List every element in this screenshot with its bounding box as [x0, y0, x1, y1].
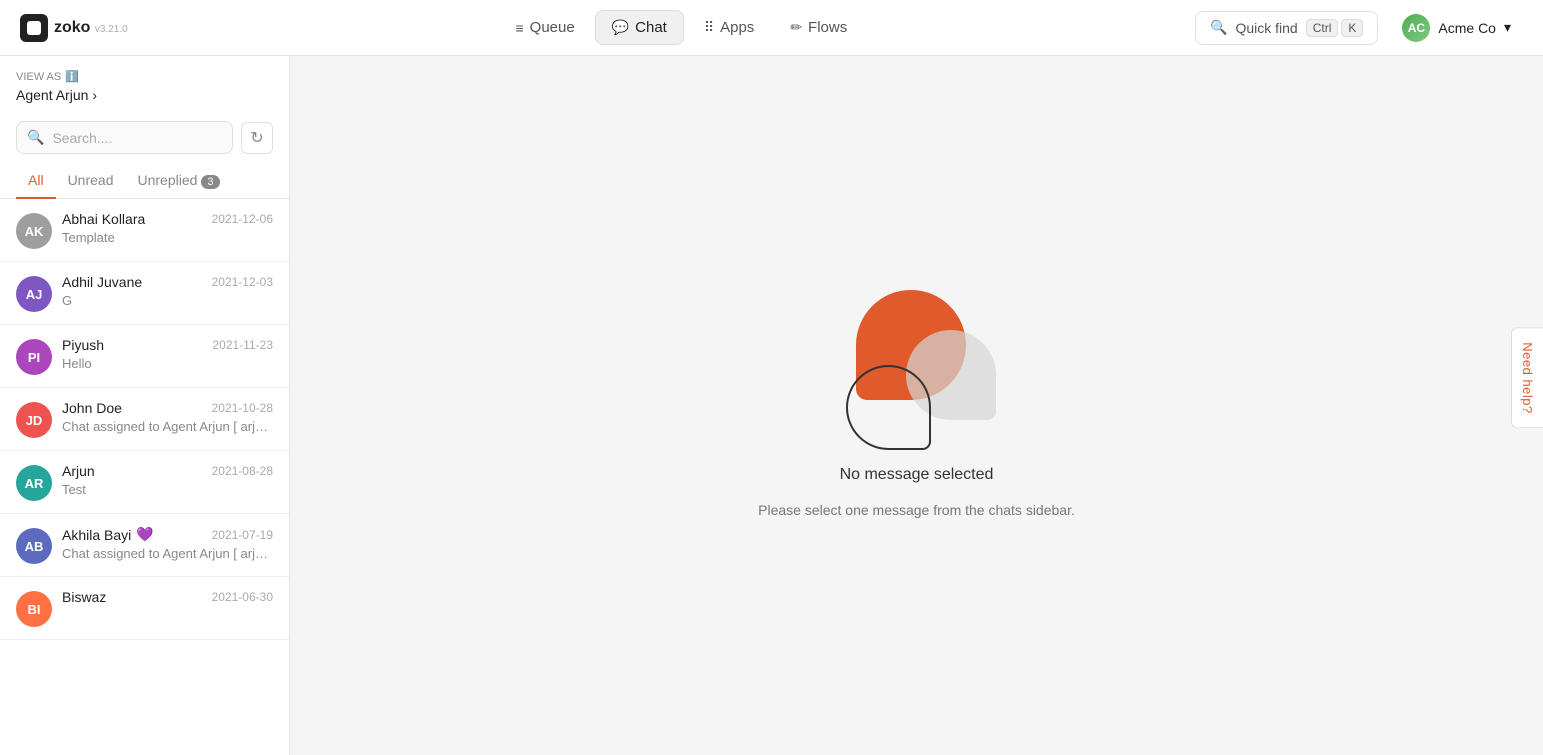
avatar: JD: [16, 402, 52, 438]
refresh-icon: ↻: [250, 128, 263, 148]
apps-label: Apps: [720, 19, 754, 36]
chat-info: Piyush 2021-11-23 Hello: [62, 337, 273, 371]
app-version: v3.21.0: [95, 24, 128, 35]
main-content: VIEW AS ℹ️ Agent Arjun › 🔍 ↻ AllUnreadUn…: [0, 56, 1543, 755]
search-icon: 🔍: [27, 129, 44, 146]
search-box[interactable]: 🔍: [16, 121, 233, 154]
chat-preview: Test: [62, 482, 273, 497]
info-icon: ℹ️: [65, 70, 79, 83]
chat-name: John Doe: [62, 400, 122, 416]
logo-area: zoko v3.21.0: [20, 14, 128, 42]
apps-nav-item[interactable]: ⠿ Apps: [688, 11, 770, 44]
chat-preview: Hello: [62, 356, 273, 371]
flows-nav-item[interactable]: ✏ Flows: [774, 11, 863, 44]
view-as-label: VIEW AS ℹ️: [16, 70, 273, 83]
chat-info: John Doe 2021-10-28 Chat assigned to Agent…: [62, 400, 273, 434]
tabs-bar: AllUnreadUnreplied3: [0, 162, 289, 199]
chat-name: Biswaz: [62, 589, 106, 605]
nav-items: ≡ Queue 💬 Chat ⠿ Apps ✏ Flows: [168, 10, 1195, 45]
chevron-right-icon: ›: [92, 87, 97, 103]
top-navigation: zoko v3.21.0 ≡ Queue 💬 Chat ⠿ Apps ✏ Flo…: [0, 0, 1543, 56]
chat-list-item[interactable]: JD John Doe 2021-10-28 Chat assigned to Age…: [0, 388, 289, 451]
empty-state-title: No message selected: [840, 466, 994, 484]
apps-icon: ⠿: [704, 19, 714, 36]
chat-name: Akhila Bayi 💜: [62, 526, 154, 543]
chat-date: 2021-12-03: [212, 275, 273, 289]
tab-unreplied[interactable]: Unreplied3: [125, 162, 231, 198]
main-area: No message selected Please select one me…: [290, 56, 1543, 755]
chat-date: 2021-11-23: [213, 338, 274, 352]
heart-icon: 💜: [136, 526, 153, 543]
chat-date: 2021-12-06: [212, 212, 273, 226]
k-key: K: [1341, 19, 1363, 37]
chat-name: Adhil Juvane: [62, 274, 142, 290]
queue-label: Queue: [530, 19, 575, 36]
chat-info: Arjun 2021-08-28 Test: [62, 463, 273, 497]
tab-badge: 3: [201, 175, 219, 189]
chat-nav-item[interactable]: 💬 Chat: [595, 10, 684, 45]
chat-illustration: [836, 290, 996, 450]
chat-icon: 💬: [612, 19, 629, 36]
chat-list-item[interactable]: AJ Adhil Juvane 2021-12-03 G: [0, 262, 289, 325]
need-help-button[interactable]: Need help?: [1511, 327, 1543, 429]
chat-info: Biswaz 2021-06-30: [62, 589, 273, 608]
flows-icon: ✏: [790, 19, 802, 36]
chat-list-item[interactable]: BI Biswaz 2021-06-30: [0, 577, 289, 640]
flows-label: Flows: [808, 19, 847, 36]
ctrl-key: Ctrl: [1306, 19, 1339, 37]
avatar: AK: [16, 213, 52, 249]
nav-right: 🔍 Quick find Ctrl K AC Acme Co ▾: [1195, 8, 1523, 48]
workspace-button[interactable]: AC Acme Co ▾: [1390, 8, 1523, 48]
chat-list-item[interactable]: AB Akhila Bayi 💜 2021-07-19 Chat assigned t…: [0, 514, 289, 577]
chat-name: Piyush: [62, 337, 104, 353]
chevron-down-icon: ▾: [1504, 19, 1511, 36]
workspace-initials: AC: [1408, 21, 1425, 35]
chat-info: Akhila Bayi 💜 2021-07-19 Chat assigned to …: [62, 526, 273, 561]
avatar: PI: [16, 339, 52, 375]
tab-all[interactable]: All: [16, 162, 56, 198]
empty-state: No message selected Please select one me…: [758, 290, 1075, 521]
queue-nav-item[interactable]: ≡ Queue: [500, 11, 591, 44]
chat-list-item[interactable]: AR Arjun 2021-08-28 Test: [0, 451, 289, 514]
logo-icon: [20, 14, 48, 42]
chat-info: Abhai Kollara 2021-12-06 Template: [62, 211, 273, 245]
chat-name: Arjun: [62, 463, 95, 479]
chat-preview: Template: [62, 230, 273, 245]
sidebar-header: VIEW AS ℹ️ Agent Arjun ›: [0, 56, 289, 113]
quick-find-label: Quick find: [1235, 20, 1297, 36]
chat-name: Abhai Kollara: [62, 211, 145, 227]
chat-preview: Chat assigned to Agent Arjun [ arjun...: [62, 419, 273, 434]
chat-list: AK Abhai Kollara 2021-12-06 Template AJ Adhil…: [0, 199, 289, 755]
chat-date: 2021-06-30: [212, 590, 273, 604]
agent-name: Agent Arjun: [16, 87, 88, 103]
avatar: AR: [16, 465, 52, 501]
chat-date: 2021-10-28: [212, 401, 273, 415]
chat-preview: G: [62, 293, 273, 308]
chat-label: Chat: [635, 19, 667, 36]
chat-info: Adhil Juvane 2021-12-03 G: [62, 274, 273, 308]
avatar: AJ: [16, 276, 52, 312]
chat-list-item[interactable]: PI Piyush 2021-11-23 Hello: [0, 325, 289, 388]
empty-state-subtitle: Please select one message from the chats…: [758, 500, 1075, 521]
chat-date: 2021-07-19: [212, 528, 273, 542]
keyboard-shortcut: Ctrl K: [1306, 19, 1364, 37]
sidebar: VIEW AS ℹ️ Agent Arjun › 🔍 ↻ AllUnreadUn…: [0, 56, 290, 755]
search-icon: 🔍: [1210, 19, 1227, 36]
queue-icon: ≡: [516, 20, 524, 36]
chat-date: 2021-08-28: [212, 464, 273, 478]
chat-preview: Chat assigned to Agent Arjun [ arjun...: [62, 546, 273, 561]
search-row: 🔍 ↻: [0, 113, 289, 162]
avatar: AB: [16, 528, 52, 564]
search-input[interactable]: [52, 130, 222, 146]
tab-unread[interactable]: Unread: [56, 162, 126, 198]
chat-list-item[interactable]: AK Abhai Kollara 2021-12-06 Template: [0, 199, 289, 262]
avatar: BI: [16, 591, 52, 627]
refresh-button[interactable]: ↻: [241, 122, 273, 154]
workspace-name: Acme Co: [1438, 20, 1496, 36]
app-name: zoko: [54, 19, 90, 36]
outline-bubble: [846, 365, 931, 450]
view-as-agent[interactable]: Agent Arjun ›: [16, 87, 273, 103]
workspace-avatar: AC: [1402, 14, 1430, 42]
quick-find-button[interactable]: 🔍 Quick find Ctrl K: [1195, 11, 1378, 45]
